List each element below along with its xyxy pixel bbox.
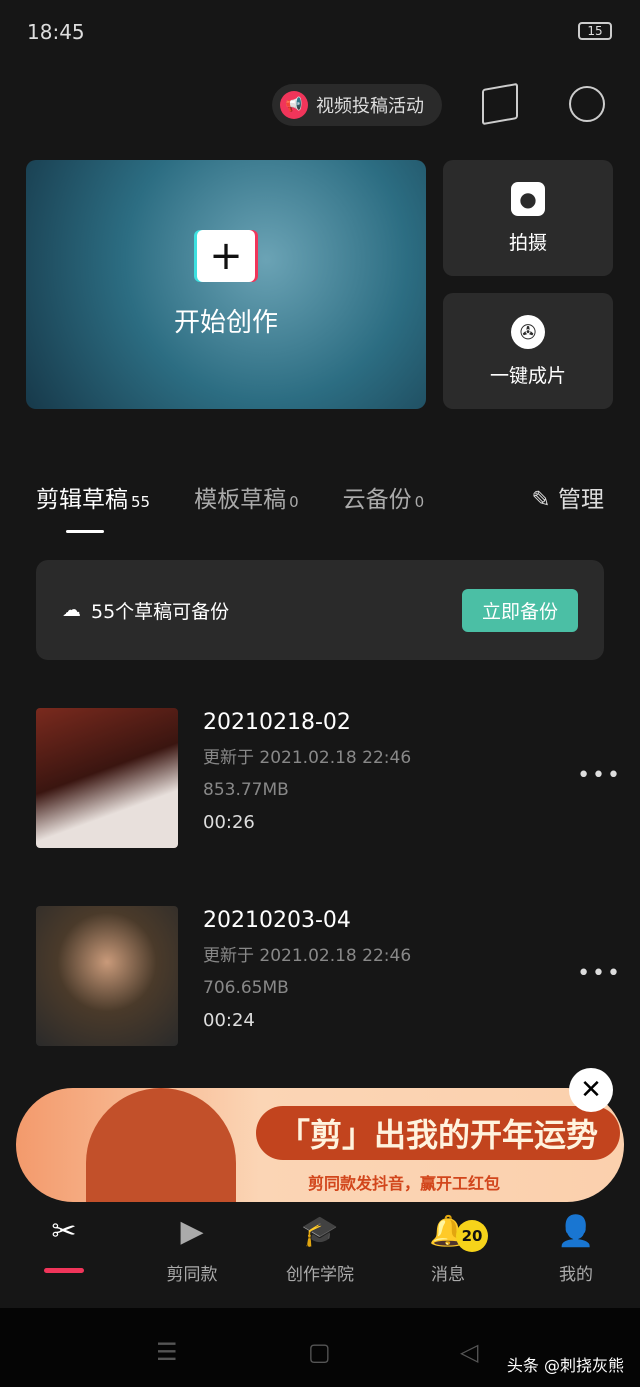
cloud-upload-icon: ☁ bbox=[62, 599, 81, 621]
draft-updated: 更新于 2021.02.18 22:46 bbox=[203, 748, 412, 768]
start-creation-label: 开始创作 bbox=[173, 308, 278, 338]
plus-icon: + bbox=[197, 230, 255, 282]
settings-icon[interactable] bbox=[569, 86, 605, 122]
tab-count: 0 bbox=[414, 493, 425, 511]
close-banner-button[interactable]: ✕ bbox=[569, 1068, 613, 1112]
draft-item[interactable]: 20210218-02 更新于 2021.02.18 22:46 853.77MB 0… bbox=[36, 708, 620, 848]
more-icon[interactable]: ••• bbox=[577, 763, 622, 788]
banner-subtitle: 剪同款发抖音，赢开工红包 bbox=[308, 1174, 501, 1193]
draft-item[interactable]: 20210203-04 更新于 2021.02.18 22:46 706.65MB 0… bbox=[36, 906, 620, 1046]
promo-banner[interactable]: 「剪」出我的开年运势 剪同款发抖音，赢开工红包 bbox=[16, 1088, 624, 1202]
active-nav-indicator bbox=[44, 1268, 84, 1273]
banner-illustration bbox=[86, 1088, 236, 1202]
graduation-cap-icon: 🎓 bbox=[301, 1214, 339, 1249]
banner-title: 「剪」出我的开年运势 bbox=[256, 1106, 621, 1160]
nav-label: 创作学院 bbox=[286, 1265, 354, 1285]
scissors-icon: ✂ bbox=[51, 1214, 77, 1249]
notification-badge: 20 bbox=[456, 1220, 488, 1252]
draft-thumbnail bbox=[36, 708, 178, 848]
start-creation-button[interactable]: + 开始创作 bbox=[26, 160, 426, 409]
tab-cloud-backup[interactable]: 云备份 0 bbox=[343, 480, 425, 514]
tab-count: 0 bbox=[289, 493, 299, 511]
film-reel-icon: ✇ bbox=[511, 314, 545, 349]
nav-label: 消息 bbox=[431, 1265, 465, 1285]
bottom-nav: ✂ ▶ 剪同款 🎓 创作学院 🔔 消息 20 👤 我的 bbox=[0, 1210, 640, 1308]
tab-count: 55 bbox=[131, 493, 151, 511]
shoot-label: 拍摄 bbox=[508, 231, 547, 254]
nav-edit[interactable]: ✂ bbox=[0, 1210, 128, 1308]
active-tab-indicator bbox=[66, 530, 104, 533]
tab-label: 剪辑草稿 bbox=[36, 487, 128, 513]
video-clip-icon: ▶ bbox=[180, 1214, 204, 1249]
nav-templates[interactable]: ▶ 剪同款 bbox=[128, 1210, 256, 1308]
promo-button[interactable]: 📢 视频投稿活动 bbox=[272, 84, 442, 126]
draft-thumbnail bbox=[36, 906, 178, 1046]
backup-banner: ☁ 55个草稿可备份 立即备份 bbox=[36, 560, 604, 660]
one-click-label: 一键成片 bbox=[489, 364, 566, 387]
nav-label: 我的 bbox=[559, 1265, 593, 1285]
nav-label: 剪同款 bbox=[166, 1265, 218, 1285]
user-icon: 👤 bbox=[557, 1214, 595, 1249]
tab-template-drafts[interactable]: 模板草稿 0 bbox=[194, 480, 299, 514]
tab-edit-drafts[interactable]: 剪辑草稿 55 bbox=[36, 480, 150, 514]
nav-academy[interactable]: 🎓 创作学院 bbox=[256, 1210, 384, 1308]
home-icon[interactable]: ▢ bbox=[308, 1338, 331, 1366]
draft-duration: 00:26 bbox=[203, 812, 255, 833]
back-icon[interactable]: ◁ bbox=[460, 1338, 478, 1366]
nav-messages[interactable]: 🔔 消息 20 bbox=[384, 1210, 512, 1308]
shoot-button[interactable]: ● 拍摄 bbox=[443, 160, 613, 276]
edit-icon: ✎ bbox=[531, 487, 551, 513]
draft-title: 20210203-04 bbox=[203, 908, 351, 933]
tab-label: 云备份 bbox=[342, 487, 412, 513]
manage-label: 管理 bbox=[558, 487, 604, 513]
status-time: 18:45 bbox=[27, 20, 85, 44]
draft-size: 853.77MB bbox=[203, 780, 289, 800]
draft-tabs: 剪辑草稿 55 模板草稿 0 云备份 0 ✎ 管理 bbox=[36, 480, 604, 514]
promo-label: 视频投稿活动 bbox=[316, 96, 424, 117]
one-click-video-button[interactable]: ✇ 一键成片 bbox=[443, 293, 613, 409]
megaphone-icon: 📢 bbox=[280, 91, 308, 119]
backup-text: 55个草稿可备份 bbox=[91, 600, 230, 623]
camera-icon: ● bbox=[511, 181, 545, 216]
draft-duration: 00:24 bbox=[203, 1010, 255, 1031]
nav-profile[interactable]: 👤 我的 bbox=[512, 1210, 640, 1308]
backup-now-button[interactable]: 立即备份 bbox=[461, 588, 578, 632]
tab-label: 模板草稿 bbox=[194, 487, 287, 513]
draft-size: 706.65MB bbox=[203, 978, 289, 998]
system-nav-bar: ☰ ▢ ◁ 头条 @刺挠灰熊 bbox=[0, 1308, 640, 1387]
draft-title: 20210218-02 bbox=[203, 710, 351, 735]
draft-updated: 更新于 2021.02.18 22:46 bbox=[203, 946, 412, 966]
watermark: 头条 @刺挠灰熊 bbox=[506, 1356, 624, 1375]
battery-icon: 15 bbox=[578, 22, 612, 40]
more-icon[interactable]: ••• bbox=[577, 961, 622, 986]
menu-icon[interactable]: ☰ bbox=[156, 1338, 178, 1366]
manage-button[interactable]: ✎ 管理 bbox=[531, 480, 604, 514]
book-icon[interactable] bbox=[482, 82, 518, 126]
